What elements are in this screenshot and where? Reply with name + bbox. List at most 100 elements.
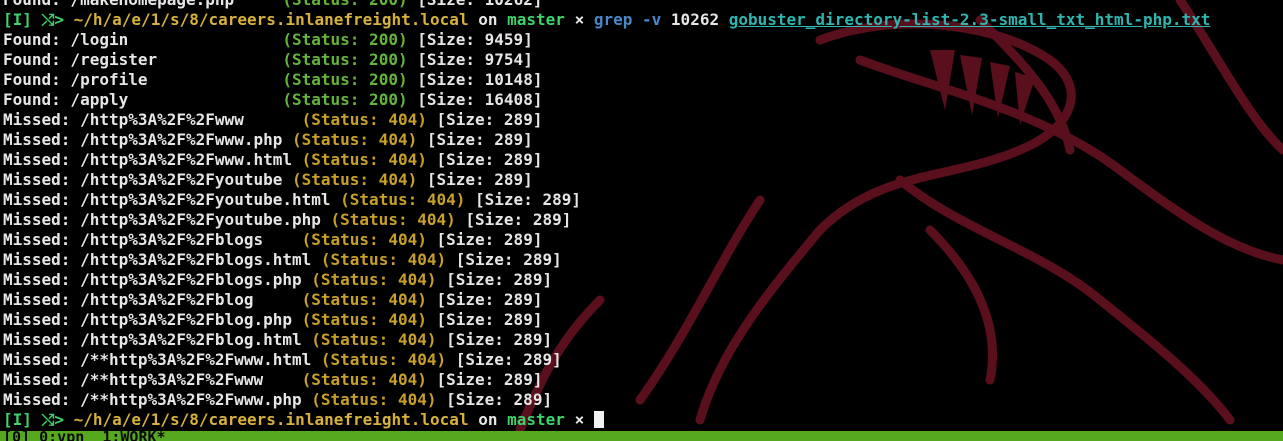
prompt-path: ~/h/a/e/1/s/8/careers.inlanefreight.loca… [73,410,469,429]
result-path: Missed: /http%3A%2F%2Fblogs [3,230,302,249]
prompt-on-word: on [478,410,498,429]
result-path: Missed: /http%3A%2F%2Fyoutube.html [3,190,341,209]
result-path: Missed: /http%3A%2F%2Fblogs.html [3,250,321,269]
result-row: Missed: /http%3A%2F%2Fblogs.php (Status:… [3,270,1210,290]
command-file-link[interactable]: gobuster_directory-list-2.3-small_txt_ht… [729,10,1211,29]
size-value: [Size: 289] [417,170,533,189]
git-branch: master [507,10,565,29]
result-path: Found: /register [3,50,283,69]
result-row: Found: /profile (Status: 200) [Size: 101… [3,70,1210,90]
size-value: [Size: 289] [465,190,581,209]
result-path: Found: /apply [3,90,283,109]
result-path: Missed: /http%3A%2F%2Fwww.php [3,130,292,149]
size-value: [Size: 289] [426,230,543,249]
status-code: (Status: 200) [282,50,408,69]
prompt-mode-indicator: [I] [3,10,32,29]
result-path: Missed: /**http%3A%2F%2Fwww [3,370,302,389]
result-row: Missed: /http%3A%2F%2Fwww.html (Status: … [3,150,1210,170]
prompt-arrow-icon: ⤭> [41,410,64,429]
prompt-arrow-icon: ⤭> [41,10,64,29]
size-value: [Size: 289] [426,370,543,389]
git-dirty-icon: × [574,10,585,29]
result-row: Missed: /http%3A%2F%2Fyoutube.html (Stat… [3,190,1210,210]
result-path: Missed: /**http%3A%2F%2Fwww.html [3,350,321,369]
result-row: Missed: /http%3A%2F%2Fblogs (Status: 404… [3,230,1210,250]
text-cursor[interactable] [593,411,604,428]
result-row: Found: /register (Status: 200) [Size: 97… [3,50,1210,70]
result-row: Missed: /http%3A%2F%2Fyoutube (Status: 4… [3,170,1210,190]
result-row: Missed: /http%3A%2F%2Fblog.php (Status: … [3,310,1210,330]
status-code: (Status: 404) [311,330,437,349]
result-row: Missed: /http%3A%2F%2Fyoutube.php (Statu… [3,210,1210,230]
status-code: (Status: 200) [282,30,408,49]
size-value: [Size: 289] [455,210,572,229]
size-value: [Size: 289] [446,350,562,369]
results-list: Found: /login (Status: 200) [Size: 9459]… [3,30,1210,410]
result-path: Missed: /http%3A%2F%2Fblog.html [3,330,312,349]
tmux-status-bar: [0] 0:vpn 1:WORK* [0,431,1283,441]
status-code: (Status: 404) [301,370,427,389]
size-value: [Size: 289] [436,330,553,349]
result-path: Missed: /**http%3A%2F%2Fwww.php [3,390,312,409]
tmux-window-list[interactable]: [0] 0:vpn 1:WORK* [3,431,166,441]
status-code: (Status: 404) [291,170,418,189]
status-code: (Status: 200) [282,0,407,9]
size-value: [Size: 289] [436,390,553,409]
prompt-mode-indicator: [I] [3,410,32,429]
result-path: Found: /login [3,30,283,49]
result-row: Missed: /http%3A%2F%2Fblog.html (Status:… [3,330,1210,350]
result-path: Missed: /http%3A%2F%2Fblogs.php [3,270,312,289]
partial-output-line: Found: /makeHomepage.php (Status: 200) [… [3,0,1210,10]
status-code: (Status: 404) [301,230,427,249]
prompt-path: ~/h/a/e/1/s/8/careers.inlanefreight.loca… [73,10,469,29]
result-path: Missed: /http%3A%2F%2Fblog [3,290,302,309]
status-code: (Status: 404) [340,190,466,209]
git-dirty-icon: × [574,410,585,429]
result-row: Missed: /**http%3A%2F%2Fwww.php (Status:… [3,390,1210,410]
status-code: (Status: 404) [301,150,427,169]
size-value: [Size: 289] [436,270,553,289]
result-path: Missed: /http%3A%2F%2Fyoutube [3,170,292,189]
size-value: [Size: 10148] [407,70,543,89]
size-value: [Size: 289] [417,130,533,149]
status-code: (Status: 404) [330,210,456,229]
command-prompt-line: [I] ⤭> ~/h/a/e/1/s/8/careers.inlanefreig… [3,10,1210,30]
status-code: (Status: 200) [282,90,408,109]
status-code: (Status: 404) [311,390,437,409]
result-row: Missed: /**http%3A%2F%2Fwww (Status: 404… [3,370,1210,390]
result-row: Missed: /http%3A%2F%2Fwww.php (Status: 4… [3,130,1210,150]
result-path: Missed: /http%3A%2F%2Fblog.php [3,310,302,329]
size-value: [Size: 16408] [407,90,543,109]
size-value: [Size: 10262] [417,0,542,9]
git-branch: master [507,410,565,429]
size-value: [Size: 289] [446,250,562,269]
result-path: Missed: /http%3A%2F%2Fwww.html [3,150,302,169]
result-path: Found: /makeHomepage.php [3,0,234,9]
result-path: Found: /profile [3,70,283,89]
status-code: (Status: 404) [301,290,427,309]
result-row: Missed: /http%3A%2F%2Fblogs.html (Status… [3,250,1210,270]
prompt-on-word: on [478,10,498,29]
result-row: Missed: /http%3A%2F%2Fwww (Status: 404) … [3,110,1210,130]
size-value: [Size: 289] [426,150,543,169]
active-prompt-line[interactable]: [I] ⤭> ~/h/a/e/1/s/8/careers.inlanefreig… [3,410,1210,430]
command-name: grep [593,10,633,29]
size-value: [Size: 289] [426,110,543,129]
status-code: (Status: 404) [301,110,427,129]
status-code: (Status: 404) [311,270,437,289]
status-code: (Status: 404) [320,350,447,369]
result-path: Missed: /http%3A%2F%2Fwww [3,110,302,129]
size-value: [Size: 289] [426,310,543,329]
result-row: Missed: /http%3A%2F%2Fblog (Status: 404)… [3,290,1210,310]
command-flag: -v [642,10,662,29]
size-value: [Size: 9459] [407,30,533,49]
size-value: [Size: 9754] [407,50,533,69]
status-code: (Status: 404) [291,130,418,149]
command-arg: 10262 [670,10,720,29]
terminal-output: Found: /makeHomepage.php (Status: 200) [… [3,0,1210,430]
result-row: Missed: /**http%3A%2F%2Fwww.html (Status… [3,350,1210,370]
size-value: [Size: 289] [426,290,543,309]
status-code: (Status: 404) [301,310,427,329]
status-code: (Status: 404) [320,250,447,269]
result-row: Found: /login (Status: 200) [Size: 9459] [3,30,1210,50]
